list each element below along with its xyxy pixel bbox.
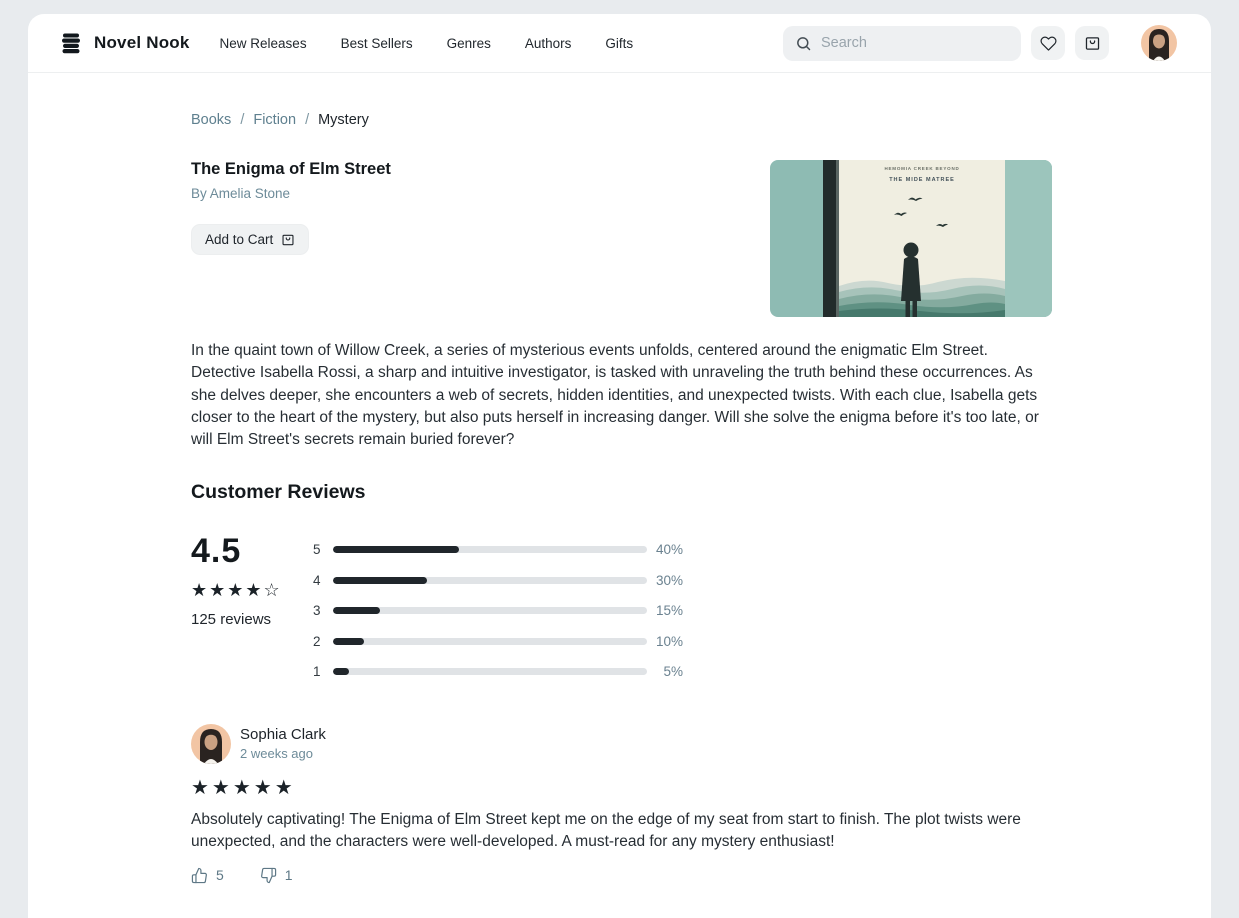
rating-bar-percent: 15% [647,603,683,618]
rating-bar-star-label: 3 [313,603,333,618]
breadcrumb-books[interactable]: Books [191,112,231,128]
shopping-bag-icon [1084,35,1101,52]
book-author: By Amelia Stone [191,186,391,201]
rating-bar-track [333,668,647,675]
rating-bar-percent: 5% [647,664,683,679]
breadcrumb-mystery: Mystery [318,112,369,128]
rating-bar-row-1: 1 5% [313,656,705,687]
rating-bar-row-4: 4 30% [313,565,705,596]
search-input[interactable] [821,35,1009,51]
rating-overview: 4.5 ★★★★☆ 125 reviews [191,532,313,687]
reviewer-avatar [191,724,231,764]
rating-bar-star-label: 5 [313,542,333,557]
review-text: Absolutely captivating! The Enigma of El… [191,809,1051,854]
reviews-heading: Customer Reviews [191,481,1052,504]
rating-bar-star-label: 2 [313,634,333,649]
rating-bar-percent: 30% [647,573,683,588]
page-card: Novel Nook New Releases Best Sellers Gen… [28,14,1211,918]
rating-bar-fill [333,607,380,614]
reviewer-meta: Sophia Clark 2 weeks ago [240,726,326,761]
review-count: 125 reviews [191,611,313,628]
breadcrumb-separator: / [240,112,244,128]
heart-icon [1040,35,1057,52]
book-description: In the quaint town of Willow Creek, a se… [191,340,1051,451]
thumbs-up-icon [191,867,208,884]
rating-bar-row-2: 2 10% [313,626,705,657]
rating-bar-percent: 10% [647,634,683,649]
book-title: The Enigma of Elm Street [191,160,391,179]
review-header: Sophia Clark 2 weeks ago [191,724,1052,764]
reviewer-name: Sophia Clark [240,726,326,743]
main-content: Books / Fiction / Mystery The Enigma of … [28,73,1211,918]
cart-button[interactable] [1075,26,1109,60]
cover-text-line1: HEMOMIA CREEK BEYOND [884,166,959,171]
rating-bar-fill [333,638,364,645]
rating-bar-track [333,577,647,584]
nav-item-gifts[interactable]: Gifts [605,36,633,51]
breadcrumb-fiction[interactable]: Fiction [253,112,296,128]
rating-bar-fill [333,668,349,675]
average-stars: ★★★★☆ [191,580,313,601]
review-actions: 5 1 [191,867,1052,884]
rating-bar-fill [333,546,459,553]
rating-bar-star-label: 1 [313,664,333,679]
breadcrumb-separator: / [305,112,309,128]
nav-item-authors[interactable]: Authors [525,36,572,51]
header: Novel Nook New Releases Best Sellers Gen… [28,14,1211,73]
wishlist-button[interactable] [1031,26,1065,60]
cover-text-line2: THE MIDE MATREE [889,177,955,183]
average-rating: 4.5 [191,532,313,571]
rating-bar-star-label: 4 [313,573,333,588]
thumbs-down-button[interactable]: 1 [260,867,293,884]
rating-bar-row-3: 3 15% [313,595,705,626]
rating-bar-row-5: 5 40% [313,534,705,565]
nav-item-best-sellers[interactable]: Best Sellers [341,36,413,51]
rating-summary: 4.5 ★★★★☆ 125 reviews 5 40% 4 30% 3 [191,532,1052,687]
review-item: Sophia Clark 2 weeks ago ★★★★★ Absolutel… [191,724,1052,884]
thumbs-down-count: 1 [285,867,293,883]
book-hero: The Enigma of Elm Street By Amelia Stone… [191,160,1052,317]
header-actions [783,25,1177,61]
main-nav: New Releases Best Sellers Genres Authors… [220,36,634,51]
breadcrumb: Books / Fiction / Mystery [191,112,1052,128]
add-to-cart-label: Add to Cart [205,232,273,247]
rating-bar-track [333,607,647,614]
rating-bar-percent: 40% [647,542,683,557]
nav-item-new-releases[interactable]: New Releases [220,36,307,51]
rating-distribution: 5 40% 4 30% 3 15% 2 10% [313,532,705,687]
brand-name: Novel Nook [94,33,190,53]
search-bar[interactable] [783,26,1021,61]
search-icon [795,35,812,52]
book-info: The Enigma of Elm Street By Amelia Stone… [191,160,391,317]
review-timestamp: 2 weeks ago [240,746,326,761]
logo-stack-icon [62,33,80,54]
rating-bar-track [333,638,647,645]
add-to-cart-button[interactable]: Add to Cart [191,224,309,255]
rating-bar-fill [333,577,427,584]
thumbs-down-icon [260,867,277,884]
thumbs-up-button[interactable]: 5 [191,867,224,884]
brand[interactable]: Novel Nook [62,33,190,54]
rating-bar-track [333,546,647,553]
nav-item-genres[interactable]: Genres [447,36,491,51]
book-cover-image: HEMOMIA CREEK BEYOND THE MIDE MATREE [770,160,1052,317]
bag-icon [281,233,295,247]
review-stars: ★★★★★ [191,775,1052,800]
thumbs-up-count: 5 [216,867,224,883]
user-avatar[interactable] [1141,25,1177,61]
